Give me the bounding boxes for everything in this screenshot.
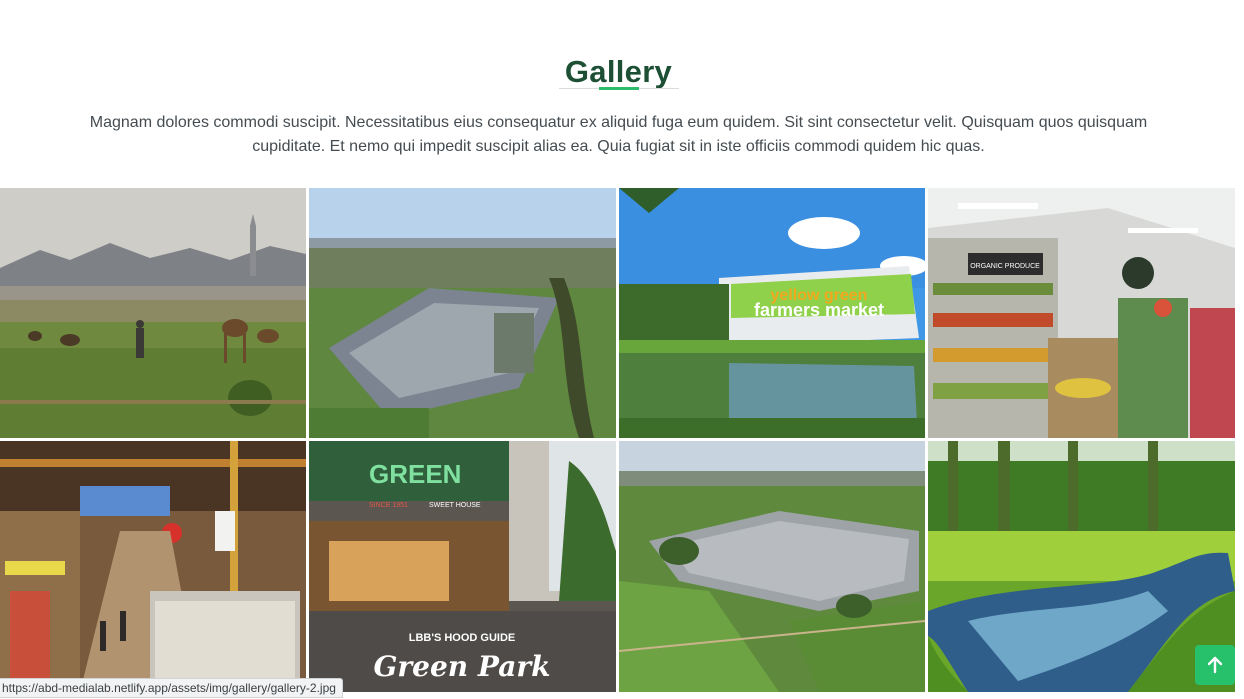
market-sign-line2: farmers market	[754, 300, 884, 320]
aerial-fairground-image	[619, 441, 925, 692]
gallery-item-produce[interactable]: ORGANIC PRODUCE	[928, 188, 1235, 438]
gallery-grid: yellow green farmers market ORGANIC PROD…	[0, 188, 1237, 692]
store-since: SINCE 1951	[369, 502, 408, 509]
gallery-item-market-hall[interactable]	[0, 441, 306, 692]
produce-aisle-image: ORGANIC PRODUCE	[928, 188, 1235, 438]
arrow-up-icon	[1207, 656, 1223, 674]
gallery-item-forest-stream[interactable]	[928, 441, 1235, 692]
store-sub: SWEET HOUSE	[429, 502, 481, 509]
gallery-item-green-park[interactable]: GREEN SINCE 1951 SWEET HOUSE LBB'S HOOD …	[309, 441, 616, 692]
title-divider-accent	[599, 87, 639, 90]
section-title: Gallery	[564, 53, 673, 89]
store-sign: GREEN	[369, 459, 461, 489]
back-to-top-button[interactable]	[1195, 645, 1235, 685]
produce-sign: ORGANIC PRODUCE	[970, 263, 1040, 270]
farmers-market-image: yellow green farmers market	[619, 188, 925, 438]
guide-script: Green Park	[374, 650, 551, 683]
section-description: Magnam dolores commodi suscipit. Necessi…	[89, 114, 1148, 155]
gallery-item-aerial-market[interactable]	[309, 188, 616, 438]
green-park-image: GREEN SINCE 1951 SWEET HOUSE LBB'S HOOD …	[309, 441, 616, 692]
gallery-item-desert[interactable]	[0, 188, 306, 438]
market-hall-image	[0, 441, 306, 692]
forest-stream-image	[928, 441, 1235, 692]
aerial-market-image	[309, 188, 616, 438]
gallery-item-fairground[interactable]	[619, 441, 925, 692]
guide-title: LBB'S HOOD GUIDE	[409, 632, 516, 644]
status-bar-url: https://abd-medialab.netlify.app/assets/…	[0, 678, 343, 698]
gallery-item-farmers-market[interactable]: yellow green farmers market	[619, 188, 925, 438]
desert-landscape-image	[0, 188, 306, 438]
